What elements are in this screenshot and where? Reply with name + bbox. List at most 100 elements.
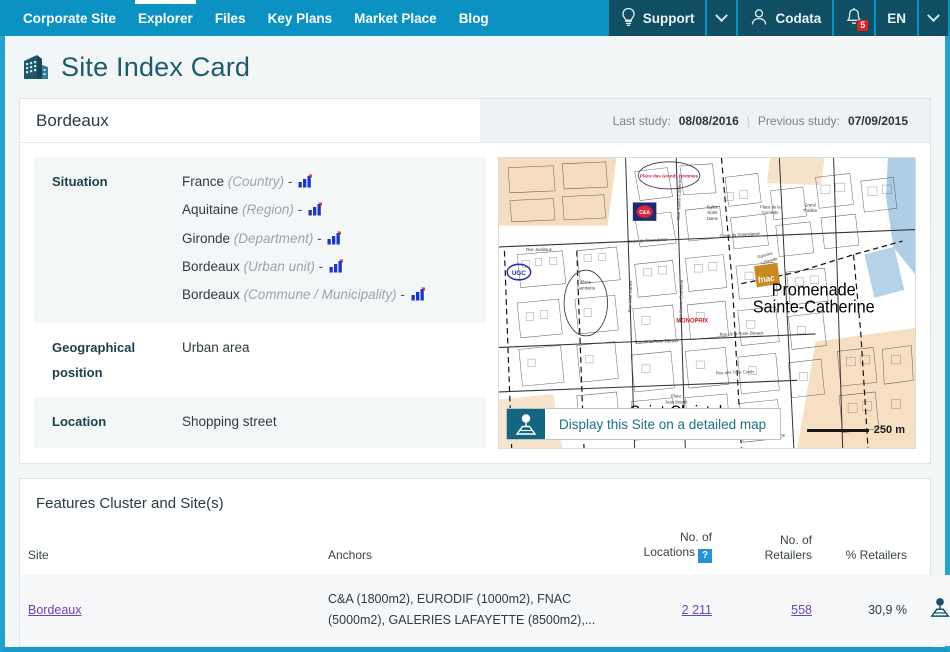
nav-label: Key Plans	[267, 10, 333, 26]
svg-text:Gambetta: Gambetta	[577, 285, 596, 290]
retailers-link[interactable]: 558	[791, 603, 812, 617]
site-info-table: Situation France (Country) - Aquitaine (…	[34, 157, 486, 449]
nav-item-corporate-site[interactable]: Corporate Site	[12, 0, 127, 36]
column-header-locations-line2: Locations	[643, 545, 695, 559]
nav-item-files[interactable]: Files	[204, 0, 257, 36]
display-detailed-map-label: Display this Site on a detailed map	[559, 416, 767, 432]
features-table: Site Anchors No. of Locations? No. of Re…	[20, 526, 950, 646]
bar-chart-icon[interactable]	[411, 284, 426, 310]
notifications-button[interactable]: 5	[834, 0, 875, 36]
utility-nav: Support Codata 5 EN	[608, 0, 950, 36]
svg-text:Place: Place	[581, 280, 592, 285]
column-header-actions	[915, 526, 950, 575]
nav-label: Explorer	[138, 10, 193, 26]
bar-chart-icon[interactable]	[298, 171, 313, 197]
situation-line: Bordeaux (Urban unit) -	[182, 254, 476, 282]
nav-item-key-plans[interactable]: Key Plans	[257, 0, 344, 36]
nav-item-blog[interactable]: Blog	[448, 0, 500, 36]
svg-text:Rue Vital Carles: Rue Vital Carles	[627, 281, 633, 313]
site-link[interactable]: Bordeaux	[28, 603, 82, 617]
svg-text:Notre: Notre	[707, 210, 718, 215]
map-poi-ca: C&A	[632, 202, 657, 221]
site-card: Bordeaux Last study: 08/08/2016 | Previo…	[19, 98, 931, 464]
site-map[interactable]: C&A fnac UGC MONOPRIX Cours de l'Intenda…	[498, 157, 916, 449]
table-row: Bordeaux C&A (1800m2), EURODIF (1000m2),…	[20, 575, 950, 646]
building-icon	[19, 49, 49, 86]
last-study-value: 08/08/2016	[678, 113, 739, 128]
nav-item-market-place[interactable]: Market Place	[343, 0, 448, 36]
svg-text:C&A: C&A	[639, 210, 650, 216]
support-button[interactable]: Support	[608, 0, 706, 36]
bar-chart-icon[interactable]	[308, 199, 323, 225]
top-navigation-bar: Corporate Site Explorer Files Key Plans …	[0, 0, 950, 36]
dash: -	[400, 287, 405, 303]
situation-kind: (Urban unit)	[243, 258, 315, 274]
situation-name: Gironde	[182, 230, 231, 246]
svg-text:Théâtre: Théâtre	[803, 208, 818, 213]
info-row-location: Location Shopping street	[34, 397, 486, 448]
bar-chart-icon[interactable]	[329, 256, 344, 282]
nav-label: Corporate Site	[23, 10, 117, 26]
situation-name: France	[182, 174, 225, 189]
support-dropdown-button[interactable]	[707, 0, 737, 36]
svg-text:Place de la: Place de la	[760, 204, 781, 209]
column-header-pct-retailers: % Retailers	[845, 548, 907, 562]
nav-label: Blog	[458, 10, 489, 26]
last-study-label: Last study:	[612, 113, 671, 128]
column-header-locations-line1: No. of	[679, 530, 712, 544]
situation-kind: (Region)	[242, 202, 294, 218]
language-dropdown-button[interactable]	[919, 0, 948, 36]
situation-line: Gironde (Department) -	[182, 226, 476, 254]
site-name: Bordeaux	[36, 110, 109, 130]
cell-retailers: 558	[720, 575, 820, 646]
primary-nav: Corporate Site Explorer Files Key Plans …	[0, 0, 500, 36]
column-header-locations: No. of Locations?	[610, 526, 720, 575]
locations-link[interactable]: 2 211	[682, 603, 712, 617]
features-title: Features Cluster and Site(s)	[36, 495, 224, 512]
study-dates: Last study: 08/08/2016 | Previous study:…	[480, 99, 930, 142]
language-button[interactable]: EN	[876, 0, 917, 36]
table-header-row: Site Anchors No. of Locations? No. of Re…	[20, 526, 950, 575]
info-row-situation: Situation France (Country) - Aquitaine (…	[34, 157, 486, 323]
cell-site: Bordeaux	[20, 575, 320, 646]
column-header-retailers-line2: Retailers	[764, 548, 812, 562]
svg-text:UGC: UGC	[512, 270, 526, 277]
scale-bar-line	[806, 428, 869, 432]
situation-name: Bordeaux	[182, 258, 240, 274]
svg-text:Place: Place	[671, 394, 682, 399]
site-card-body: Situation France (Country) - Aquitaine (…	[20, 143, 930, 463]
situation-name: Bordeaux	[182, 287, 240, 303]
situation-kind: (Department)	[233, 230, 314, 246]
previous-study-value: 07/09/2015	[847, 113, 908, 128]
info-label: Location	[52, 414, 107, 430]
row-map-pin-icon[interactable]	[929, 597, 950, 621]
nav-item-explorer[interactable]: Explorer	[127, 0, 204, 36]
dash: -	[297, 202, 303, 218]
display-detailed-map-button[interactable]: Display this Site on a detailed map	[506, 408, 782, 440]
bar-chart-icon[interactable]	[327, 228, 342, 254]
cell-anchors: C&A (1800m2), EURODIF (1000m2), FNAC (50…	[328, 592, 596, 628]
previous-study-label: Previous study:	[757, 113, 840, 128]
cell-map-action	[915, 575, 950, 646]
chevron-down-icon	[715, 8, 729, 22]
situation-line: France (Country) -	[182, 169, 476, 197]
column-header-site: Site	[28, 548, 49, 562]
map-pin-icon	[507, 409, 545, 439]
site-card-header: Bordeaux Last study: 08/08/2016 | Previo…	[20, 99, 930, 143]
dash: -	[318, 258, 324, 274]
page-title: Site Index Card	[61, 51, 251, 82]
meta-separator: |	[746, 113, 750, 128]
scale-bar-label: 250 m	[873, 424, 905, 436]
lightbulb-icon	[620, 7, 637, 30]
column-header-anchors: Anchors	[328, 548, 373, 562]
help-icon[interactable]: ?	[698, 549, 712, 563]
info-value: Urban area	[182, 339, 250, 355]
info-value: Shopping street	[182, 414, 277, 430]
account-button[interactable]: Codata	[738, 0, 833, 36]
nav-label: Files	[214, 10, 246, 26]
info-value: France (Country) - Aquitaine (Region) - …	[182, 157, 486, 323]
map-label-sainte-catherine: Sainte-Catherine	[753, 297, 875, 317]
map-graphic: C&A fnac UGC MONOPRIX Cours de l'Intenda…	[499, 158, 915, 448]
info-label: Geographical position	[52, 339, 136, 380]
notification-badge: 5	[857, 20, 869, 31]
